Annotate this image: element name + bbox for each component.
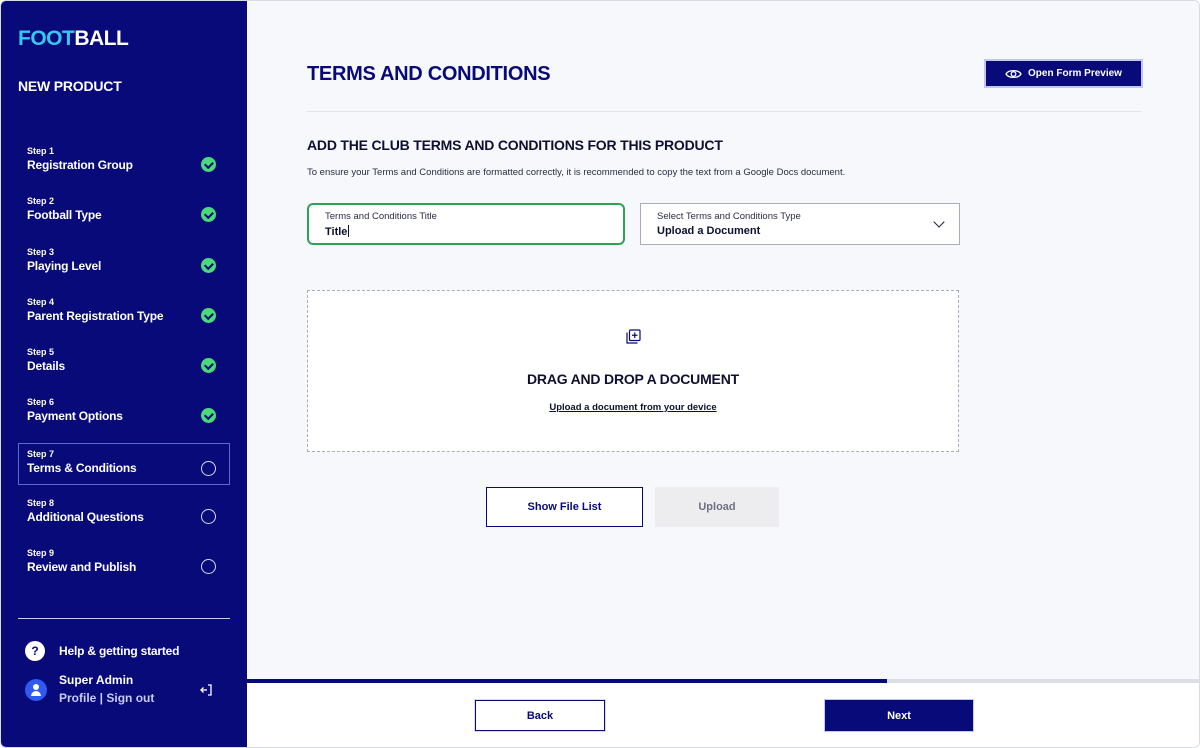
step-number: Step 6 bbox=[27, 397, 55, 408]
step-label: Terms & Conditions bbox=[27, 460, 137, 475]
header-divider bbox=[307, 111, 1141, 112]
main-content: TERMS AND CONDITIONS Open Form Preview A… bbox=[247, 1, 1199, 679]
step-number: Step 7 bbox=[27, 448, 55, 459]
page-title: TERMS AND CONDITIONS bbox=[307, 63, 551, 85]
help-label: Help & getting started bbox=[59, 644, 180, 658]
empty-circle-icon bbox=[201, 460, 216, 476]
upload-from-device-link[interactable]: Upload a document from your device bbox=[308, 402, 958, 413]
upload-button[interactable]: Upload bbox=[655, 487, 779, 527]
field-label: Select Terms and Conditions Type bbox=[657, 211, 801, 222]
footer-nav: Back Next bbox=[247, 683, 1199, 747]
app-frame: FOOTBALL NEW PRODUCT Step 1 Registration… bbox=[0, 0, 1200, 748]
step-label: Playing Level bbox=[27, 258, 102, 273]
sidebar-step-4[interactable]: Step 4 Parent Registration Type bbox=[18, 290, 230, 340]
question-icon: ? bbox=[25, 641, 45, 661]
open-form-preview-button[interactable]: Open Form Preview bbox=[986, 61, 1141, 86]
step-label: Payment Options bbox=[27, 409, 123, 424]
sidebar-step-7[interactable]: Step 7 Terms & Conditions bbox=[18, 442, 230, 485]
back-button[interactable]: Back bbox=[475, 700, 605, 731]
user-name: Super Admin bbox=[59, 673, 134, 687]
sidebar-step-9[interactable]: Step 9 Review and Publish bbox=[18, 541, 230, 591]
next-button[interactable]: Next bbox=[825, 700, 973, 731]
selected-value: Upload a Document bbox=[657, 225, 761, 237]
avatar[interactable] bbox=[25, 679, 47, 701]
check-circle-icon bbox=[201, 157, 216, 172]
step-label: Football Type bbox=[27, 208, 102, 223]
profile-signout-links[interactable]: Profile | Sign out bbox=[59, 691, 154, 705]
user-panel: Super Admin Profile | Sign out bbox=[25, 671, 225, 711]
sidebar-step-5[interactable]: Step 5 Details bbox=[18, 340, 230, 390]
help-link[interactable]: ? Help & getting started bbox=[25, 641, 179, 661]
terms-type-select[interactable]: Select Terms and Conditions Type Upload … bbox=[640, 203, 960, 245]
eye-icon bbox=[1005, 69, 1022, 78]
sidebar-step-2[interactable]: Step 2 Football Type bbox=[18, 189, 230, 239]
document-dropzone[interactable]: DRAG AND DROP A DOCUMENT Upload a docume… bbox=[307, 290, 959, 452]
sidebar: FOOTBALL NEW PRODUCT Step 1 Registration… bbox=[1, 1, 247, 747]
logo[interactable]: FOOTBALL bbox=[18, 27, 129, 51]
step-label: Review and Publish bbox=[27, 560, 137, 575]
step-number: Step 2 bbox=[27, 196, 55, 207]
check-circle-icon bbox=[201, 307, 216, 323]
sidebar-step-1[interactable]: Step 1 Registration Group bbox=[18, 139, 230, 189]
step-number: Step 9 bbox=[27, 548, 55, 559]
preview-button-label: Open Form Preview bbox=[1028, 68, 1122, 79]
terms-title-input[interactable]: Title bbox=[325, 225, 350, 238]
step-number: Step 5 bbox=[27, 347, 55, 358]
chevron-down-icon[interactable] bbox=[933, 216, 945, 228]
step-label: Registration Group bbox=[27, 158, 133, 172]
product-title: NEW PRODUCT bbox=[18, 78, 122, 94]
step-label: Parent Registration Type bbox=[27, 308, 164, 323]
text-caret bbox=[348, 225, 350, 237]
empty-circle-icon bbox=[201, 508, 216, 524]
sidebar-step-3[interactable]: Step 3 Playing Level bbox=[18, 240, 230, 290]
add-document-icon bbox=[626, 329, 641, 344]
step-number: Step 1 bbox=[27, 146, 55, 156]
sign-out-icon[interactable] bbox=[199, 683, 213, 697]
terms-title-field[interactable]: Terms and Conditions Title Title bbox=[307, 203, 625, 245]
section-title: ADD THE CLUB TERMS AND CONDITIONS FOR TH… bbox=[307, 137, 723, 153]
step-list: Step 1 Registration Group Step 2 Footbal… bbox=[18, 139, 230, 591]
check-circle-icon bbox=[201, 257, 216, 273]
step-number: Step 8 bbox=[27, 497, 55, 508]
step-label: Additional Questions bbox=[27, 509, 144, 524]
step-label: Details bbox=[27, 359, 65, 374]
empty-circle-icon bbox=[201, 559, 216, 575]
dropzone-title: DRAG AND DROP A DOCUMENT bbox=[527, 371, 739, 387]
section-description: To ensure your Terms and Conditions are … bbox=[307, 167, 846, 178]
step-number: Step 3 bbox=[27, 246, 55, 257]
step-number: Step 4 bbox=[27, 296, 55, 307]
field-label: Terms and Conditions Title bbox=[325, 211, 437, 222]
sidebar-step-6[interactable]: Step 6 Payment Options bbox=[18, 390, 230, 440]
show-file-list-button[interactable]: Show File List bbox=[486, 487, 643, 527]
sidebar-step-8[interactable]: Step 8 Additional Questions bbox=[18, 491, 230, 541]
sidebar-divider bbox=[18, 618, 230, 619]
